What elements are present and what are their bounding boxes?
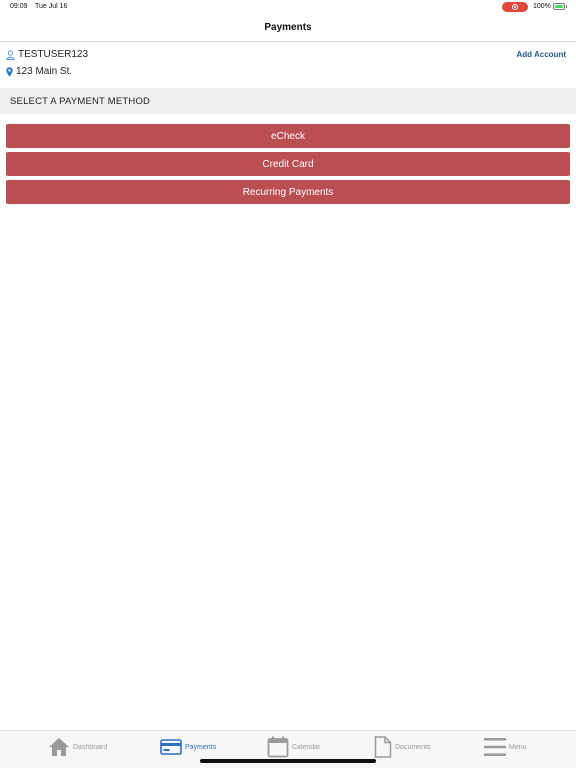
home-indicator[interactable] xyxy=(200,759,376,763)
section-header: SELECT A PAYMENT METHOD xyxy=(0,88,576,114)
echeck-button[interactable]: eCheck xyxy=(6,124,570,148)
account-user-name: TESTUSER123 xyxy=(18,49,89,60)
home-icon xyxy=(49,738,69,756)
status-bar: 09:09 Tue Jul 16 100% xyxy=(0,0,576,14)
account-address-row: 123 Main St. xyxy=(6,66,72,77)
user-icon xyxy=(6,49,15,60)
record-icon xyxy=(512,4,518,10)
tab-dashboard[interactable]: Dashboard xyxy=(48,735,107,759)
status-date: Tue Jul 16 xyxy=(35,3,68,10)
tab-payments[interactable]: Payments xyxy=(160,735,216,759)
tab-label: Menu xyxy=(509,743,527,751)
calendar-icon xyxy=(267,736,289,758)
recurring-payments-button[interactable]: Recurring Payments xyxy=(6,180,570,204)
tab-label: Dashboard xyxy=(73,743,108,751)
battery-percent: 100% xyxy=(533,3,551,10)
credit-card-icon xyxy=(160,739,182,755)
add-account-link[interactable]: Add Account xyxy=(517,50,566,59)
status-time: 09:09 xyxy=(10,3,28,10)
document-icon xyxy=(374,736,392,758)
location-pin-icon xyxy=(6,66,13,77)
battery-icon xyxy=(553,3,567,10)
account-user-row: TESTUSER123 xyxy=(6,49,88,60)
credit-card-button[interactable]: Credit Card xyxy=(6,152,570,176)
menu-icon xyxy=(484,738,506,756)
tab-label: Documents xyxy=(395,743,431,751)
tab-calendar[interactable]: Calendar xyxy=(267,735,320,759)
page-title: Payments xyxy=(264,22,312,33)
tab-documents[interactable]: Documents xyxy=(374,735,430,759)
tab-menu[interactable]: Menu xyxy=(484,735,527,759)
tab-label: Calendar xyxy=(292,743,321,751)
account-address: 123 Main St. xyxy=(16,66,73,77)
nav-bar: Payments xyxy=(0,14,576,42)
screen-recording-indicator[interactable] xyxy=(502,2,528,12)
tab-label: Payments xyxy=(185,743,217,751)
